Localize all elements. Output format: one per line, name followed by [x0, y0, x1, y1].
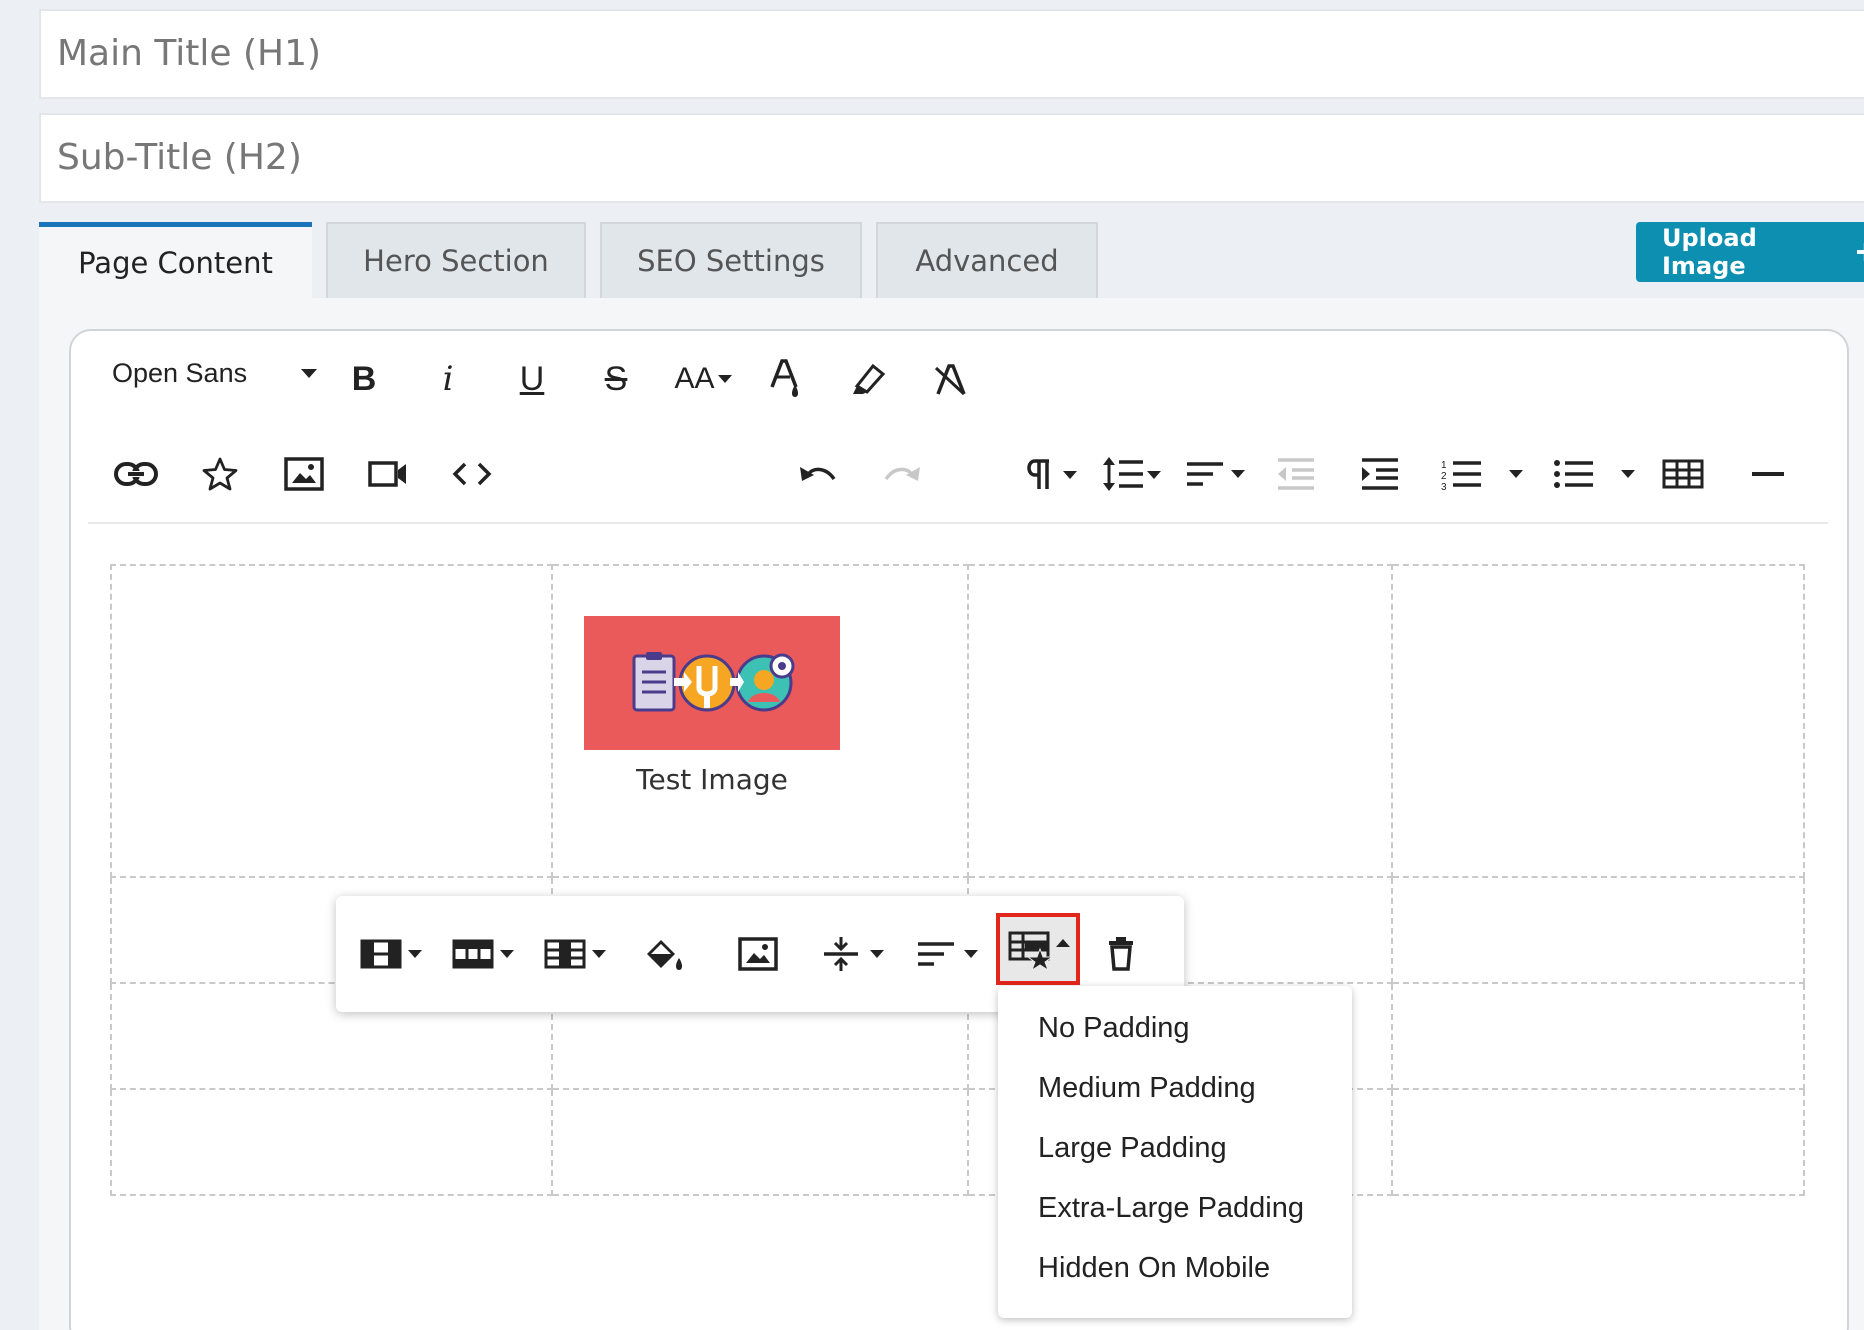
text-color-icon[interactable] — [766, 355, 806, 403]
align-icon[interactable] — [1184, 450, 1248, 498]
strikethrough-icon[interactable]: S — [596, 355, 636, 403]
main-title-placeholder: Main Title (H1) — [57, 33, 322, 74]
table-rows-icon[interactable] — [450, 896, 518, 1012]
chevron-down-icon — [717, 374, 732, 383]
font-family-select[interactable]: Open Sans — [112, 358, 318, 389]
table-columns-icon[interactable] — [542, 896, 610, 1012]
option-hidden-on-mobile[interactable]: Hidden On Mobile — [998, 1238, 1352, 1298]
chevron-down-icon — [301, 368, 318, 378]
option-medium-padding[interactable]: Medium Padding — [998, 1058, 1352, 1118]
italic-icon[interactable]: i — [428, 355, 468, 403]
tab-advanced[interactable]: Advanced — [876, 222, 1098, 298]
bold-icon[interactable]: B — [344, 355, 384, 403]
option-no-padding[interactable]: No Padding — [998, 998, 1352, 1058]
table-cell[interactable] — [1391, 1088, 1805, 1196]
toolbar-divider — [88, 522, 1828, 524]
highlight-icon[interactable] — [848, 355, 888, 403]
main-title-field[interactable]: Main Title (H1) — [39, 9, 1864, 99]
strike-glyph: S — [604, 359, 628, 398]
font-size-icon[interactable]: AA — [670, 355, 736, 403]
option-large-padding[interactable]: Large Padding — [998, 1118, 1352, 1178]
underline-icon[interactable]: U — [512, 355, 552, 403]
code-view-icon[interactable] — [450, 450, 494, 498]
underline-glyph: U — [519, 359, 545, 398]
cell-background-icon[interactable] — [636, 896, 692, 1012]
bold-glyph: B — [351, 359, 377, 398]
redo-icon[interactable] — [880, 450, 924, 498]
font-family-value: Open Sans — [112, 358, 248, 388]
upload-image-button[interactable]: Upload Image — [1636, 222, 1864, 282]
paragraph-format-icon[interactable] — [1020, 450, 1080, 498]
tab-hero-section[interactable]: Hero Section — [326, 222, 586, 298]
upload-image-label: Upload Image — [1662, 224, 1757, 280]
sub-title-field[interactable]: Sub-Title (H2) — [39, 113, 1864, 203]
image-icon[interactable] — [282, 450, 326, 498]
table-style-dropdown: No Padding Medium Padding Large Padding … — [998, 986, 1352, 1318]
tab-page-content[interactable]: Page Content — [39, 222, 312, 298]
table-cell[interactable] — [1391, 982, 1805, 1090]
clear-format-icon[interactable] — [930, 355, 970, 403]
table-cell[interactable] — [1391, 876, 1805, 984]
test-image[interactable] — [584, 616, 840, 750]
table-cell[interactable] — [110, 1088, 553, 1196]
sub-title-placeholder: Sub-Title (H2) — [57, 137, 302, 178]
table-header-icon[interactable] — [358, 896, 426, 1012]
insert-image-icon[interactable] — [730, 896, 786, 1012]
svg-text:3: 3 — [1441, 482, 1447, 491]
svg-text:1: 1 — [1441, 460, 1447, 471]
table-cell[interactable] — [110, 564, 553, 878]
unordered-list-icon[interactable] — [1552, 450, 1638, 498]
table-icon[interactable] — [1660, 450, 1706, 498]
content-table — [110, 564, 1805, 1196]
indent-icon[interactable] — [1358, 450, 1402, 498]
table-style-icon — [1008, 931, 1070, 971]
horizontal-line-icon[interactable] — [1746, 450, 1790, 498]
line-height-icon[interactable] — [1098, 450, 1164, 498]
vertical-align-icon[interactable] — [820, 896, 888, 1012]
horizontal-align-icon[interactable] — [914, 896, 982, 1012]
star-icon[interactable] — [198, 450, 242, 498]
table-cell[interactable] — [1391, 564, 1805, 878]
plus-icon — [1857, 250, 1864, 254]
table-style-button[interactable] — [996, 913, 1080, 985]
video-icon[interactable] — [366, 450, 410, 498]
tab-label: Page Content — [78, 245, 273, 280]
tab-label: SEO Settings — [637, 244, 825, 278]
tab-label: Advanced — [915, 244, 1059, 278]
table-cell[interactable] — [967, 564, 1393, 878]
option-extra-large-padding[interactable]: Extra-Large Padding — [998, 1178, 1352, 1238]
italic-glyph: i — [442, 359, 454, 399]
undo-icon[interactable] — [796, 450, 840, 498]
font-size-glyph: AA — [674, 362, 715, 395]
ordered-list-icon[interactable]: 123 — [1440, 450, 1526, 498]
outdent-icon[interactable] — [1274, 450, 1318, 498]
table-cell[interactable] — [551, 1088, 969, 1196]
tab-label: Hero Section — [363, 244, 549, 278]
image-caption: Test Image — [636, 763, 788, 796]
link-icon[interactable] — [110, 450, 162, 498]
svg-text:2: 2 — [1441, 471, 1447, 482]
tab-seo-settings[interactable]: SEO Settings — [600, 222, 862, 298]
